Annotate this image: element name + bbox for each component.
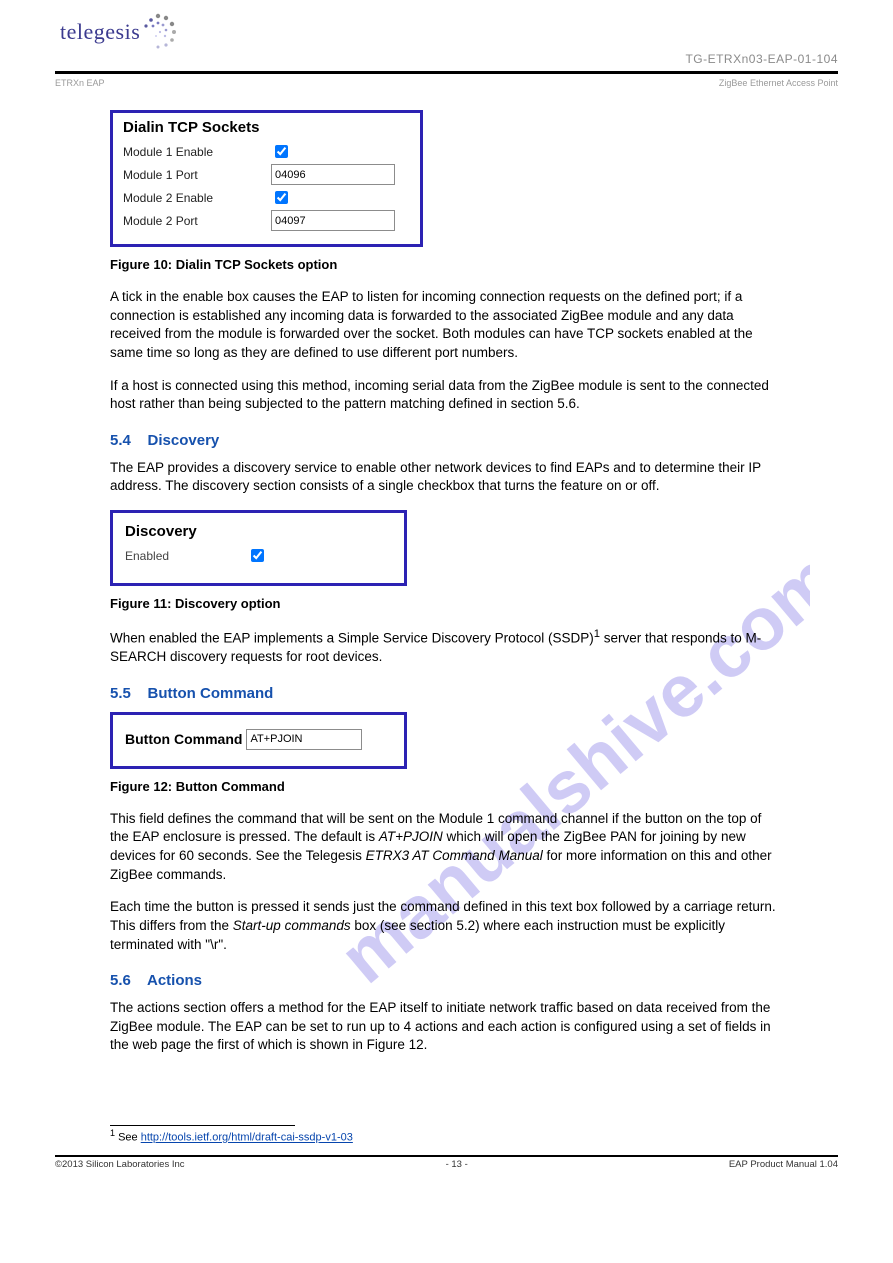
heading-actions-num: 5.6	[110, 972, 131, 989]
panel-dialin-tcp-sockets: Dialin TCP Sockets Module 1 Enable Modul…	[110, 110, 423, 247]
footer-left: ©2013 Silicon Laboratories Inc	[55, 1159, 185, 1170]
header-ribbon: ETRXn EAP ZigBee Ethernet Access Point	[55, 78, 838, 88]
footnote-1: 1 See http://tools.ietf.org/html/draft-c…	[110, 1128, 783, 1145]
footer-divider	[55, 1155, 838, 1157]
logo-text: telegesis	[60, 19, 140, 45]
para-dialin-2: If a host is connected using this method…	[110, 377, 783, 414]
inline-manual-ref: ETRX3 AT Command Manual	[366, 848, 543, 863]
discovery-enabled-checkbox[interactable]	[251, 549, 264, 562]
footnote-link[interactable]: http://tools.ietf.org/html/draft-cai-ssd…	[141, 1132, 353, 1144]
button-command-label: Button Command	[125, 731, 242, 747]
row-module2-port: Module 2 Port	[123, 210, 410, 231]
figure12-caption: Figure 12: Button Command	[110, 779, 783, 794]
heading-discovery-num: 5.4	[110, 432, 131, 449]
module2-port-label: Module 2 Port	[123, 214, 271, 228]
heading-button-num: 5.5	[110, 685, 131, 702]
figure11-caption: Figure 11: Discovery option	[110, 596, 783, 611]
ribbon-left: ETRXn EAP	[55, 78, 105, 88]
module1-port-label: Module 1 Port	[123, 168, 271, 182]
para-dialin-1: A tick in the enable box causes the EAP …	[110, 288, 783, 363]
module1-port-input[interactable]	[271, 164, 395, 185]
para-btncmd-2: Each time the button is pressed it sends…	[110, 898, 783, 954]
footer-right: EAP Product Manual 1.04	[729, 1159, 838, 1170]
heading-actions-text: Actions	[147, 972, 202, 989]
logo-swirl-icon	[138, 12, 178, 52]
para-btncmd-1: This field defines the command that will…	[110, 810, 783, 885]
row-module1-enable: Module 1 Enable	[123, 142, 410, 161]
para-actions: The actions section offers a method for …	[110, 999, 783, 1055]
heading-button-text: Button Command	[148, 685, 274, 702]
panel-discovery-title: Discovery	[125, 523, 392, 540]
row-discovery-enabled: Enabled	[125, 546, 392, 565]
page-footer: ©2013 Silicon Laboratories Inc - 13 - EA…	[55, 1155, 838, 1170]
ribbon-right: ZigBee Ethernet Access Point	[719, 78, 838, 88]
module1-enable-checkbox[interactable]	[275, 145, 288, 158]
inline-startup-cmds: Start-up commands	[233, 918, 351, 933]
module2-enable-checkbox[interactable]	[275, 191, 288, 204]
heading-discovery-text: Discovery	[148, 432, 220, 449]
button-command-input[interactable]	[246, 729, 362, 750]
para-discovery-2a: When enabled the EAP implements a Simple…	[110, 631, 594, 646]
para-discovery-2: When enabled the EAP implements a Simple…	[110, 627, 783, 667]
module2-port-input[interactable]	[271, 210, 395, 231]
row-module1-port: Module 1 Port	[123, 164, 410, 185]
header-divider	[55, 71, 838, 74]
module2-enable-label: Module 2 Enable	[123, 191, 271, 205]
panel-dialin-title: Dialin TCP Sockets	[123, 119, 410, 136]
footnote-rule	[110, 1125, 295, 1126]
heading-actions: 5.6 Actions	[110, 972, 783, 989]
heading-discovery: 5.4 Discovery	[110, 432, 783, 449]
logo: telegesis	[60, 12, 178, 52]
header-tagline: TG-ETRXn03-EAP-01-104	[685, 52, 838, 66]
panel-button-command: Button Command	[110, 712, 407, 769]
module1-enable-label: Module 1 Enable	[123, 145, 271, 159]
inline-atpjoin: AT+PJOIN	[379, 829, 443, 844]
heading-button-command: 5.5 Button Command	[110, 685, 783, 702]
para-discovery: The EAP provides a discovery service to …	[110, 459, 783, 496]
figure10-caption: Figure 10: Dialin TCP Sockets option	[110, 257, 783, 272]
footer-center: - 13 -	[446, 1159, 468, 1170]
page-header: telegesis	[55, 12, 838, 67]
row-module2-enable: Module 2 Enable	[123, 188, 410, 207]
panel-discovery: Discovery Enabled	[110, 510, 407, 586]
discovery-enabled-label: Enabled	[125, 549, 247, 563]
